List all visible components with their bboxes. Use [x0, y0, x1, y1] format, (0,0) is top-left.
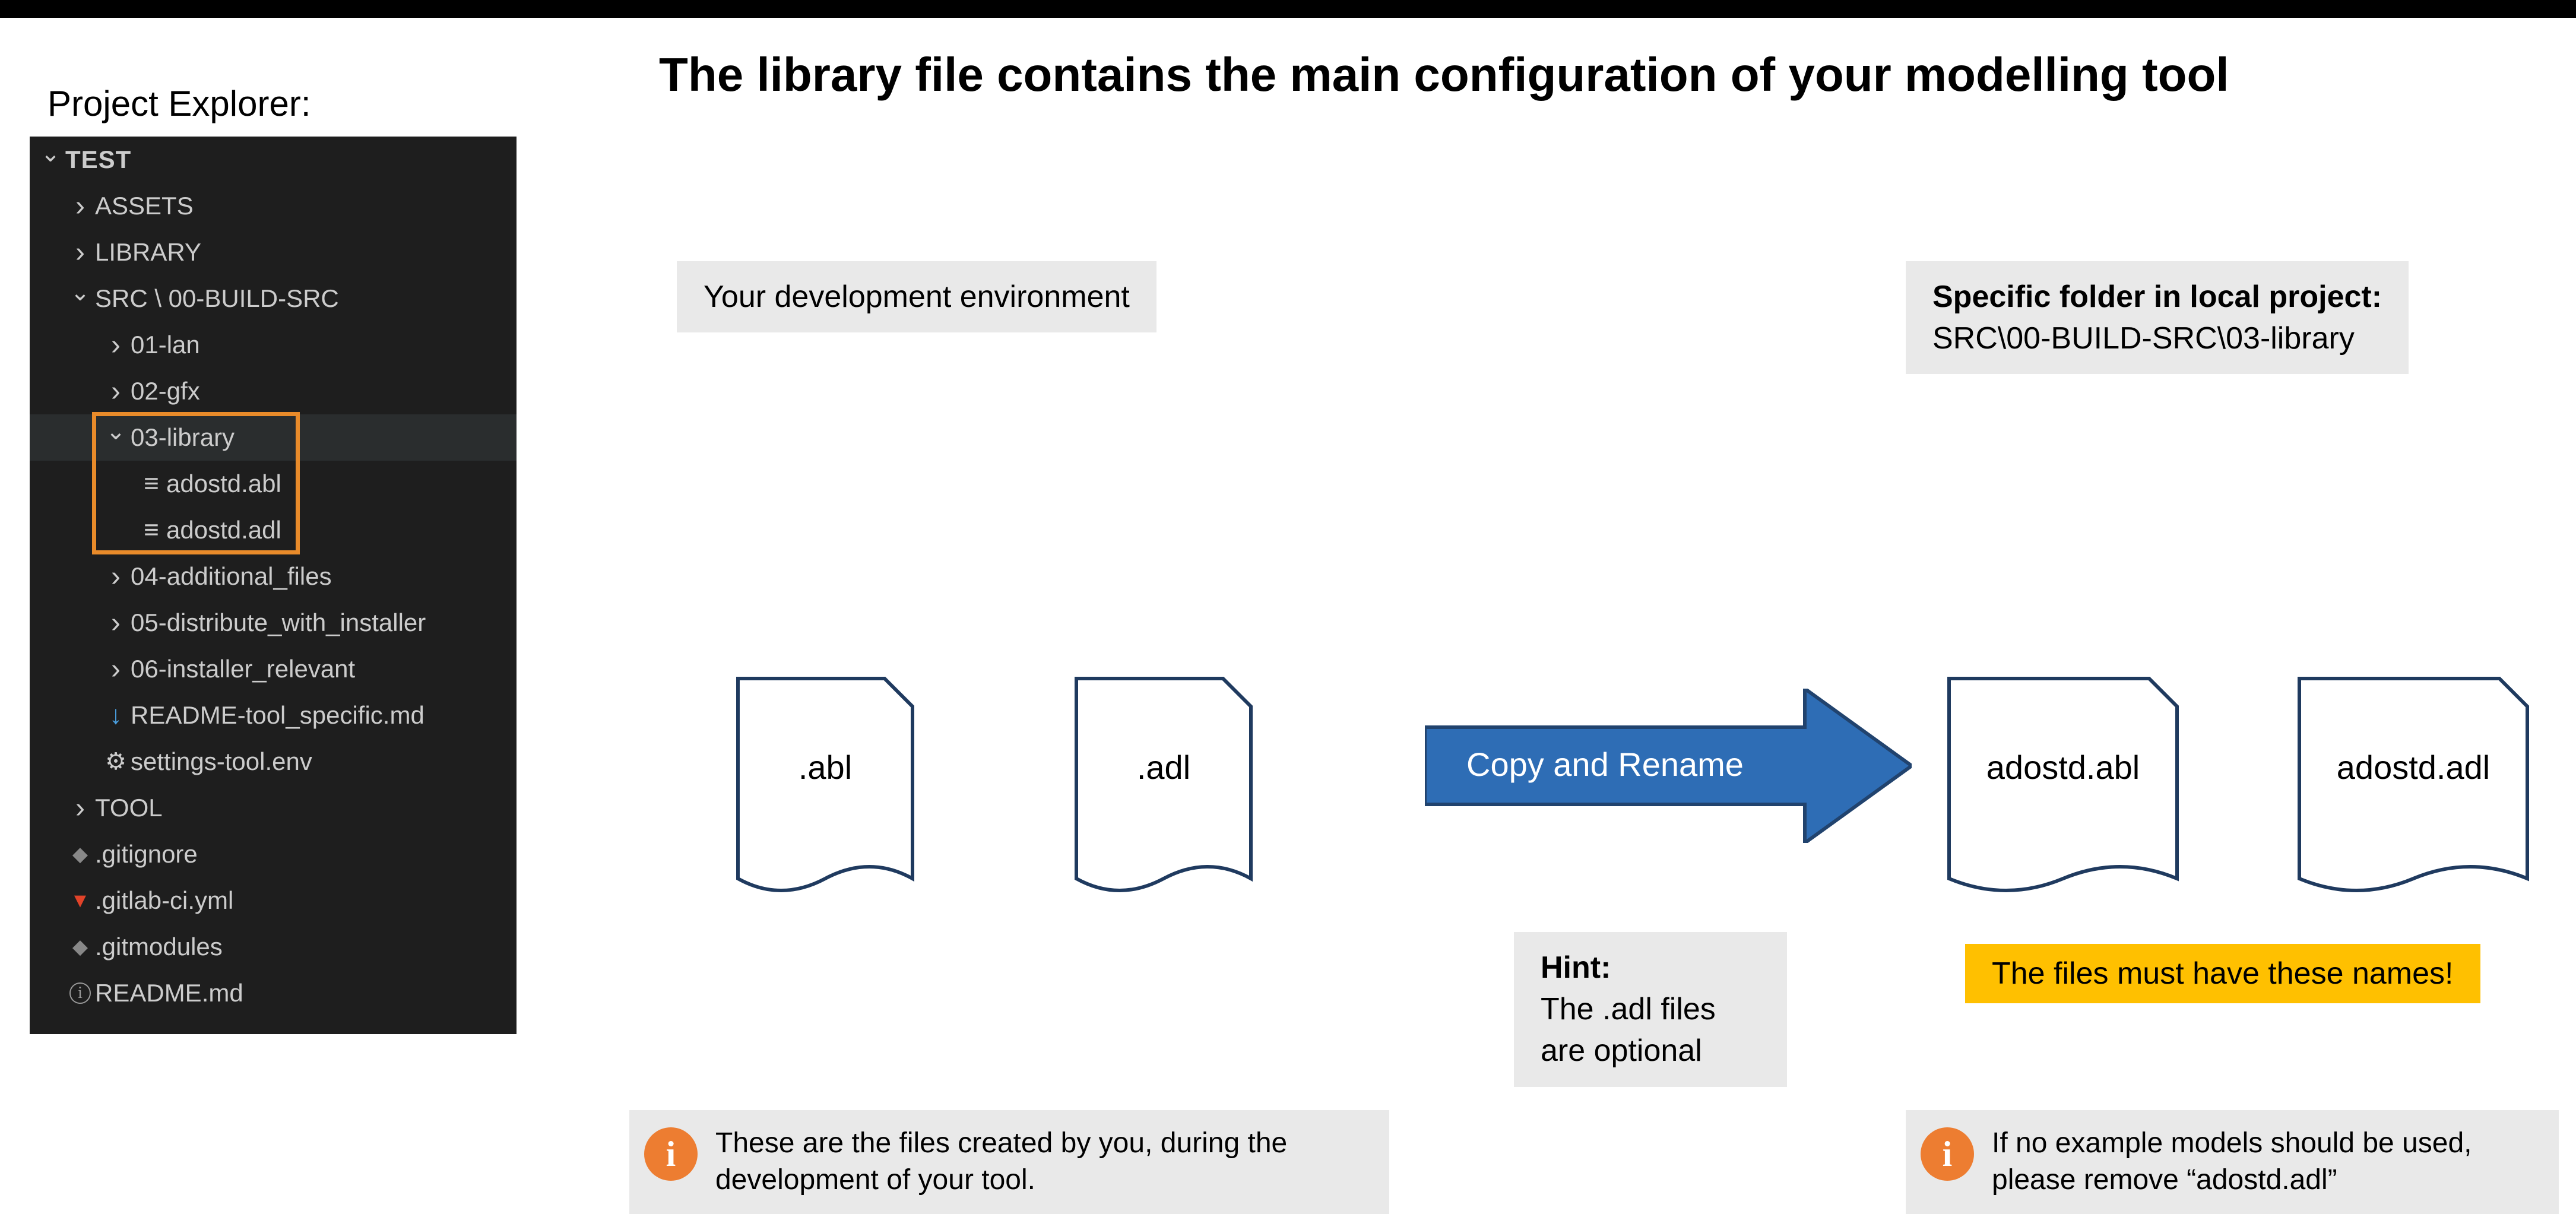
tree-item-02-gfx[interactable]: 02-gfx	[30, 368, 517, 414]
chevron-down-icon	[36, 146, 65, 173]
git-icon	[65, 842, 95, 866]
slide-title: The library file contains the main confi…	[659, 47, 2229, 102]
gear-icon	[101, 748, 131, 775]
tree-item-root[interactable]: TEST	[30, 137, 517, 183]
file-icon	[137, 469, 166, 499]
tree-item-01-lan[interactable]: 01-lan	[30, 322, 517, 368]
tree-label: LIBRARY	[95, 238, 201, 267]
info-icon: i	[65, 982, 95, 1004]
hint-heading: Hint:	[1541, 947, 1760, 988]
tree-label: 04-additional_files	[131, 562, 332, 591]
top-black-bar	[0, 0, 2576, 18]
tree-label: adostd.abl	[166, 470, 281, 498]
file-icon	[137, 515, 166, 545]
tree-label: .gitmodules	[95, 933, 223, 961]
tree-label: TEST	[65, 145, 131, 174]
tree-label: TOOL	[95, 794, 163, 822]
file-label: .adl	[1075, 748, 1253, 787]
info-icon: i	[1921, 1127, 1974, 1181]
tree-label: .gitignore	[95, 840, 198, 868]
hint-body: The .adl files are optional	[1541, 988, 1760, 1072]
chevron-down-icon	[65, 285, 95, 312]
tree-item-gitlab-ci[interactable]: .gitlab-ci.yml	[30, 877, 517, 924]
chevron-right-icon	[65, 792, 95, 825]
tree-item-assets[interactable]: ASSETS	[30, 183, 517, 229]
tree-item-settings-env[interactable]: settings-tool.env	[30, 738, 517, 785]
tree-label: 06-installer_relevant	[131, 655, 355, 683]
chevron-down-icon	[101, 424, 131, 451]
chevron-right-icon	[101, 329, 131, 362]
chevron-right-icon	[101, 560, 131, 593]
gitlab-icon	[65, 889, 95, 912]
tree-item-build-src[interactable]: SRC \ 00-BUILD-SRC	[30, 275, 517, 322]
info-right-box: i If no example models should be used, p…	[1906, 1110, 2559, 1214]
names-warning-box: The files must have these names!	[1965, 944, 2480, 1003]
file-shape-src-adl: .adl	[1075, 677, 1253, 896]
file-shape-dst-abl: adostd.abl	[1947, 677, 2179, 896]
slide: The library file contains the main confi…	[0, 0, 2576, 1178]
chevron-right-icon	[101, 653, 131, 686]
git-icon	[65, 935, 95, 959]
tree-label: .gitlab-ci.yml	[95, 886, 233, 915]
tree-item-tool[interactable]: TOOL	[30, 785, 517, 831]
tree-item-adostd-abl[interactable]: adostd.abl	[30, 461, 517, 507]
file-shape-dst-adl: adostd.adl	[2298, 677, 2529, 896]
file-icon-shape	[1075, 677, 1253, 896]
tree-label: 02-gfx	[131, 377, 200, 405]
tree-label: SRC \ 00-BUILD-SRC	[95, 284, 339, 313]
specific-folder-path: SRC\00-BUILD-SRC\03-library	[1932, 318, 2382, 359]
tree-label: 03-library	[131, 423, 235, 452]
project-explorer-panel: TEST ASSETS LIBRARY SRC \ 00-BUILD-SRC 0…	[30, 137, 517, 1034]
file-label: .abl	[736, 748, 914, 787]
tree-item-gitmodules[interactable]: .gitmodules	[30, 924, 517, 970]
chevron-right-icon	[65, 190, 95, 223]
project-explorer-label: Project Explorer:	[47, 83, 311, 124]
info-right-text: If no example models should be used, ple…	[1992, 1125, 2535, 1199]
specific-folder-heading: Specific folder in local project:	[1932, 276, 2382, 318]
dev-env-label-box: Your development environment	[677, 261, 1156, 332]
hint-box: Hint: The .adl files are optional	[1514, 932, 1787, 1087]
file-label: adostd.adl	[2298, 748, 2529, 787]
tree-item-gitignore[interactable]: .gitignore	[30, 831, 517, 877]
tree-item-04-additional[interactable]: 04-additional_files	[30, 553, 517, 600]
dev-env-label: Your development environment	[704, 280, 1130, 314]
tree-item-03-library[interactable]: 03-library	[30, 414, 517, 461]
chevron-right-icon	[101, 375, 131, 408]
markdown-icon	[101, 700, 131, 730]
tree-item-06-installer[interactable]: 06-installer_relevant	[30, 646, 517, 692]
tree-label: settings-tool.env	[131, 747, 312, 776]
chevron-right-icon	[65, 236, 95, 269]
tree-label: adostd.adl	[166, 516, 281, 544]
tree-item-05-distribute[interactable]: 05-distribute_with_installer	[30, 600, 517, 646]
tree-label: ASSETS	[95, 192, 194, 220]
file-icon-shape	[2298, 677, 2529, 896]
tree-label: README-tool_specific.md	[131, 701, 424, 730]
tree-label: 01-lan	[131, 331, 200, 359]
names-warning-text: The files must have these names!	[1992, 956, 2454, 991]
info-icon: i	[644, 1127, 698, 1181]
specific-folder-box: Specific folder in local project: SRC\00…	[1906, 261, 2409, 374]
arrow-label: Copy and Rename	[1466, 745, 1744, 784]
file-shape-src-abl: .abl	[736, 677, 914, 896]
file-icon-shape	[736, 677, 914, 896]
info-left-text: These are the files created by you, duri…	[715, 1125, 1365, 1199]
tree-item-readme-tool[interactable]: README-tool_specific.md	[30, 692, 517, 738]
chevron-right-icon	[101, 607, 131, 639]
tree-label: 05-distribute_with_installer	[131, 608, 426, 637]
tree-label: README.md	[95, 979, 243, 1007]
tree-item-readme[interactable]: i README.md	[30, 970, 517, 1016]
file-icon-shape	[1947, 677, 2179, 896]
file-label: adostd.abl	[1947, 748, 2179, 787]
tree-item-library[interactable]: LIBRARY	[30, 229, 517, 275]
tree-item-adostd-adl[interactable]: adostd.adl	[30, 507, 517, 553]
info-left-box: i These are the files created by you, du…	[629, 1110, 1389, 1214]
